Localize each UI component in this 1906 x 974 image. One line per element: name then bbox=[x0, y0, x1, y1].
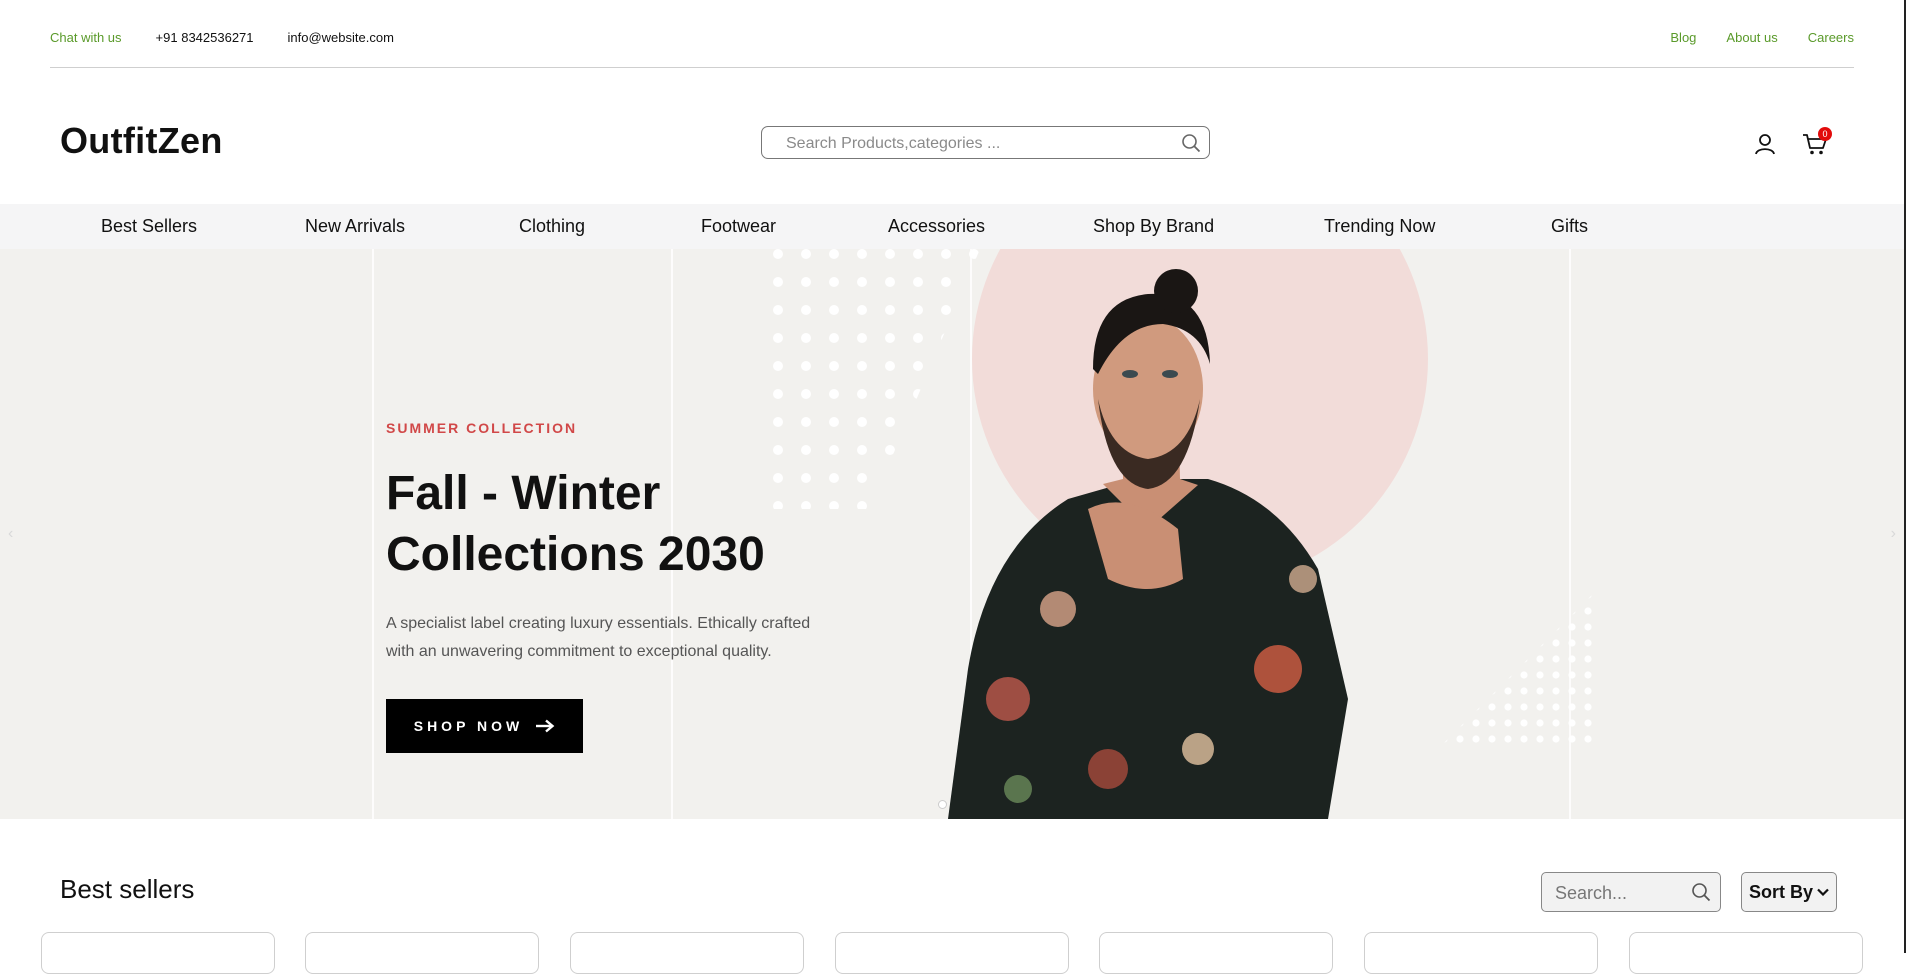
chevron-down-icon bbox=[1817, 888, 1829, 896]
search-icon[interactable] bbox=[1181, 133, 1201, 153]
hero-eyebrow: SUMMER COLLECTION bbox=[386, 420, 578, 436]
nav-new-arrivals[interactable]: New Arrivals bbox=[305, 216, 405, 237]
carousel-prev-arrow[interactable]: ‹ bbox=[8, 525, 13, 543]
hero-title-line: Fall - Winter bbox=[386, 467, 661, 520]
hero-title: Fall - Winter Collections 2030 bbox=[386, 463, 866, 585]
site-logo[interactable]: OutfitZen bbox=[60, 120, 223, 162]
nav-trending-now[interactable]: Trending Now bbox=[1324, 216, 1435, 237]
hero-model-image bbox=[948, 269, 1348, 819]
cart-count-badge: 0 bbox=[1818, 127, 1832, 141]
sort-by-label: Sort By bbox=[1748, 881, 1813, 902]
product-card[interactable] bbox=[1364, 932, 1598, 974]
product-search-input[interactable] bbox=[784, 133, 1168, 155]
product-card[interactable] bbox=[305, 932, 539, 974]
shop-now-button[interactable]: SHOP NOW bbox=[386, 699, 583, 753]
hero-divider bbox=[372, 249, 374, 819]
search-icon[interactable] bbox=[1691, 882, 1711, 902]
user-icon[interactable] bbox=[1754, 133, 1776, 155]
carousel-dot[interactable] bbox=[938, 800, 947, 809]
dot-pattern-decoration bbox=[1438, 589, 1598, 749]
arrow-right-icon bbox=[536, 719, 555, 733]
hero-description-line: A specialist label creating luxury essen… bbox=[386, 615, 811, 632]
hero-banner: SUMMER COLLECTION Fall - Winter Collecti… bbox=[0, 249, 1904, 819]
company-links: Blog About us Careers bbox=[1670, 30, 1854, 45]
about-us-link[interactable]: About us bbox=[1726, 30, 1777, 45]
nav-shop-by-brand[interactable]: Shop By Brand bbox=[1093, 216, 1214, 237]
best-sellers-heading: Best sellers bbox=[60, 874, 195, 904]
nav-gifts[interactable]: Gifts bbox=[1551, 216, 1588, 237]
chat-with-us-link[interactable]: Chat with us bbox=[50, 30, 122, 45]
nav-best-sellers[interactable]: Best Sellers bbox=[101, 216, 197, 237]
nav-clothing[interactable]: Clothing bbox=[519, 216, 585, 237]
email-address[interactable]: info@website.com bbox=[288, 30, 394, 45]
product-card[interactable] bbox=[41, 932, 275, 974]
carousel-next-arrow[interactable]: › bbox=[1891, 525, 1896, 543]
careers-link[interactable]: Careers bbox=[1808, 30, 1854, 45]
nav-footwear[interactable]: Footwear bbox=[701, 216, 776, 237]
hero-description: A specialist label creating luxury essen… bbox=[386, 610, 846, 666]
category-nav: Best Sellers New Arrivals Clothing Footw… bbox=[0, 204, 1904, 249]
product-card[interactable] bbox=[835, 932, 1069, 974]
product-card[interactable] bbox=[1629, 932, 1863, 974]
product-card[interactable] bbox=[1099, 932, 1333, 974]
contact-links: Chat with us +91 8342536271 info@website… bbox=[50, 30, 394, 45]
sort-by-dropdown[interactable]: Sort By bbox=[1741, 872, 1837, 912]
top-info-bar: Chat with us +91 8342536271 info@website… bbox=[50, 0, 1854, 68]
product-card[interactable] bbox=[570, 932, 804, 974]
best-sellers-search-box[interactable] bbox=[1541, 872, 1721, 912]
nav-accessories[interactable]: Accessories bbox=[888, 216, 985, 237]
hero-description-line: with an unwavering commitment to excepti… bbox=[386, 643, 772, 660]
hero-title-line: Collections 2030 bbox=[386, 528, 765, 581]
shop-now-label: SHOP NOW bbox=[413, 718, 524, 734]
blog-link[interactable]: Blog bbox=[1670, 30, 1696, 45]
phone-number[interactable]: +91 8342536271 bbox=[156, 30, 254, 45]
product-search-box[interactable] bbox=[761, 126, 1210, 159]
best-sellers-search-input[interactable] bbox=[1553, 882, 1687, 905]
